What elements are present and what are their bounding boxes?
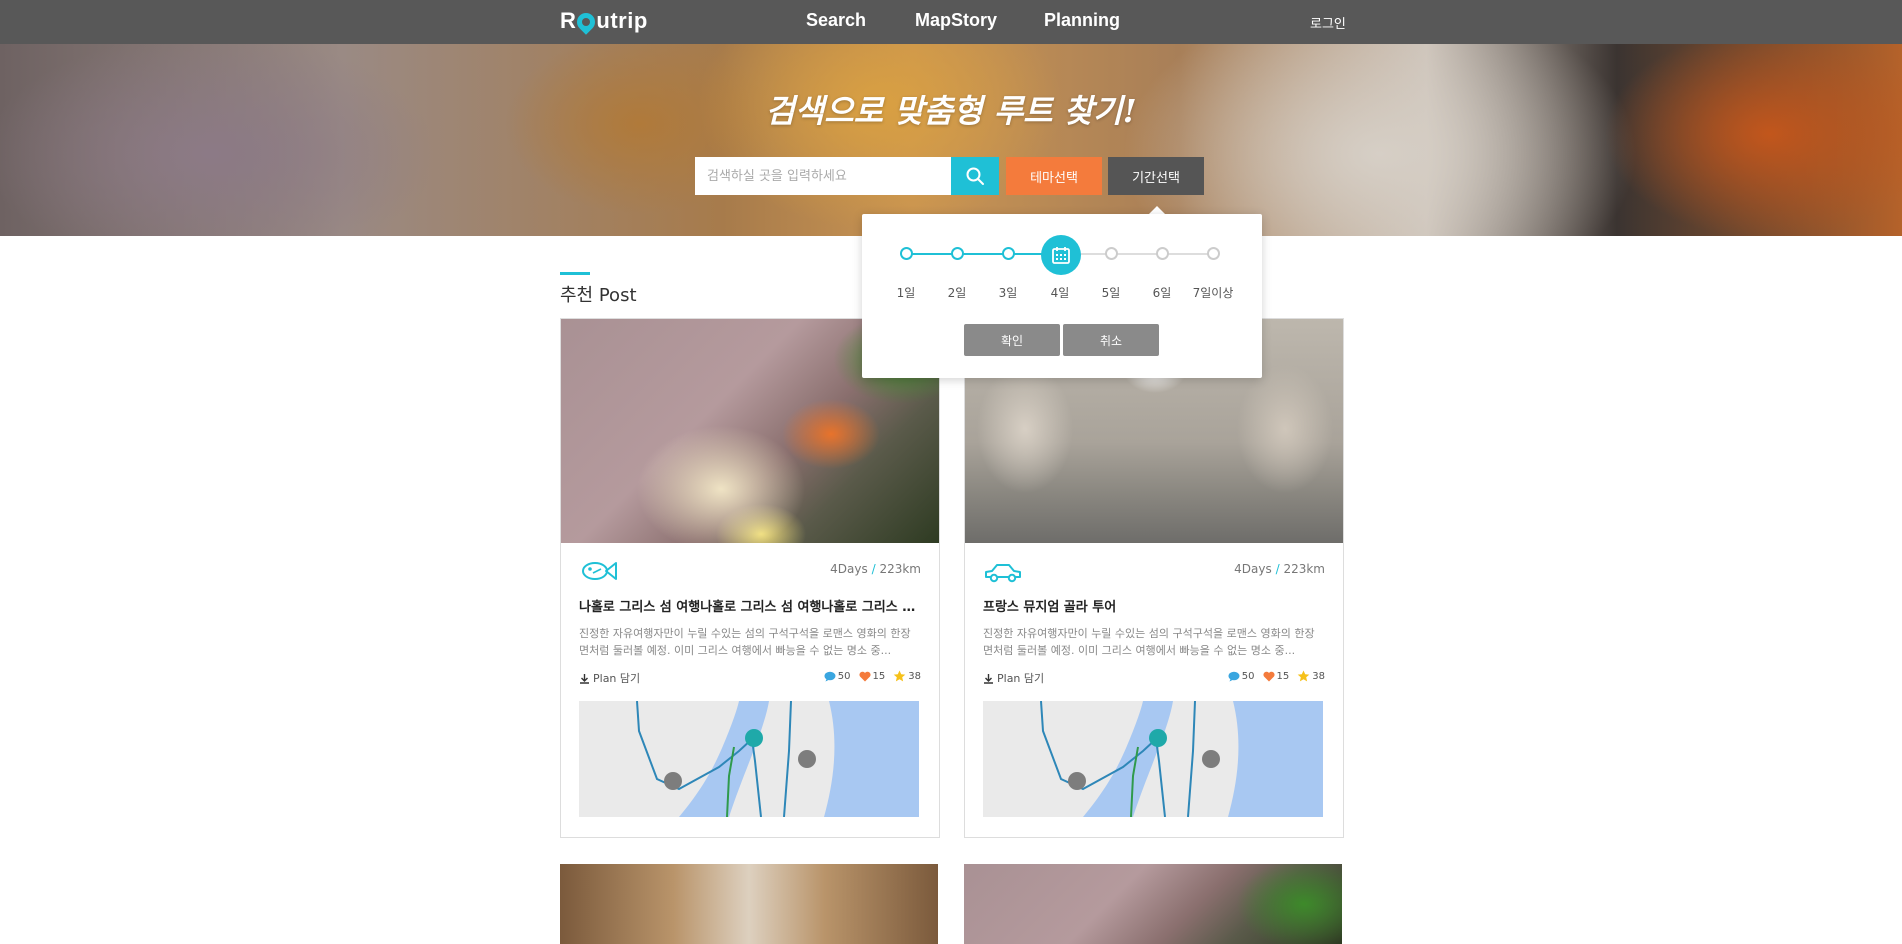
add-to-plan-label: Plan 담기 [997, 672, 1045, 685]
heart-icon [858, 671, 871, 681]
post-thumbnail[interactable] [560, 864, 938, 944]
comment-icon [1228, 671, 1240, 681]
post-stats: 50 15 38 [1228, 670, 1325, 682]
section-accent-bar [560, 272, 590, 275]
post-title[interactable]: 프랑스 뮤지엄 골라 투어 [983, 596, 1325, 615]
comment-count: 50 [837, 670, 851, 682]
login-link[interactable]: 로그인 [1310, 13, 1346, 32]
nav-search[interactable]: Search [806, 10, 866, 31]
hero-banner [0, 44, 1902, 236]
walk-marker-icon[interactable] [798, 750, 816, 768]
period-track-active [907, 253, 1061, 255]
route-map[interactable] [983, 701, 1323, 817]
search-button[interactable] [951, 157, 999, 195]
period-track-inactive [1061, 253, 1215, 255]
car-icon [985, 564, 1021, 583]
top-nav-bar: Rutrip Search MapStory Planning 로그인 [0, 0, 1902, 44]
hero-title: 검색으로 맞춤형 루트 찾기! [765, 92, 1137, 130]
period-label: 3일 [998, 286, 1018, 300]
section-title: 추천 Post [560, 285, 637, 306]
period-step-2[interactable] [951, 247, 964, 260]
routrip-logo[interactable]: Rutrip [560, 8, 648, 35]
period-step-3[interactable] [1002, 247, 1015, 260]
star-icon [893, 670, 906, 682]
post-card[interactable] [560, 864, 940, 944]
post-card[interactable]: 4Days / 223km 프랑스 뮤지엄 골라 투어 진정한 자유여행자만이 … [964, 318, 1344, 838]
post-thumbnail[interactable] [964, 864, 1342, 944]
search-input[interactable] [695, 157, 951, 195]
photo-marker-icon[interactable] [745, 729, 763, 747]
comment-icon [824, 671, 836, 681]
photo-marker-icon[interactable] [1149, 729, 1167, 747]
confirm-button[interactable]: 확인 [964, 324, 1060, 356]
nav-mapstory[interactable]: MapStory [915, 10, 997, 31]
download-icon [984, 673, 993, 684]
add-to-plan-button[interactable]: Plan 담기 [579, 670, 640, 686]
trip-length: 4Days / 223km [830, 562, 921, 576]
location-pin-icon [573, 9, 600, 35]
period-step-6[interactable] [1156, 247, 1169, 260]
like-count: 15 [1276, 670, 1290, 682]
like-count: 15 [872, 670, 886, 682]
period-picker-popup: 1일 2일 3일 4일 5일 6일 7일이상 확인 취소 [862, 214, 1262, 378]
fish-airplane-icon [582, 562, 617, 580]
walk-marker-icon[interactable] [1202, 750, 1220, 768]
post-card[interactable]: 4Days / 223km 나홀로 그리스 섬 여행나홀로 그리스 섬 여행나홀… [560, 318, 940, 838]
post-description: 진정한 자유여행자만이 누릴 수있는 섬의 구석구석을 로맨스 영화의 한장면처… [983, 627, 1315, 657]
period-step-5[interactable] [1105, 247, 1118, 260]
period-step-4-selected[interactable] [1041, 235, 1081, 275]
calendar-icon [1052, 247, 1070, 264]
period-step-7plus[interactable] [1207, 247, 1220, 260]
period-step-1[interactable] [900, 247, 913, 260]
period-select-button[interactable]: 기간선택 [1108, 157, 1204, 195]
theme-select-button[interactable]: 테마선택 [1006, 157, 1102, 195]
comment-count: 50 [1241, 670, 1255, 682]
star-count: 38 [1312, 670, 1325, 682]
star-count: 38 [908, 670, 921, 682]
trip-length: 4Days / 223km [1234, 562, 1325, 576]
add-to-plan-label: Plan 담기 [593, 672, 641, 685]
period-label: 7일이상 [1192, 286, 1234, 300]
download-icon [580, 673, 589, 684]
cancel-button[interactable]: 취소 [1063, 324, 1159, 356]
nav-planning[interactable]: Planning [1044, 10, 1120, 31]
route-map[interactable] [579, 701, 919, 817]
star-icon [1297, 670, 1310, 682]
heart-icon [1262, 671, 1275, 681]
post-card[interactable] [964, 864, 1344, 944]
add-to-plan-button[interactable]: Plan 담기 [983, 670, 1044, 686]
post-stats: 50 15 38 [824, 670, 921, 682]
map-pin-icon[interactable] [664, 772, 682, 790]
map-pin-icon[interactable] [1068, 772, 1086, 790]
post-description: 진정한 자유여행자만이 누릴 수있는 섬의 구석구석을 로맨스 영화의 한장면처… [579, 627, 911, 657]
post-title[interactable]: 나홀로 그리스 섬 여행나홀로 그리스 섬 여행나홀로 그리스 섬 여행 [579, 596, 921, 615]
search-icon [966, 167, 984, 185]
